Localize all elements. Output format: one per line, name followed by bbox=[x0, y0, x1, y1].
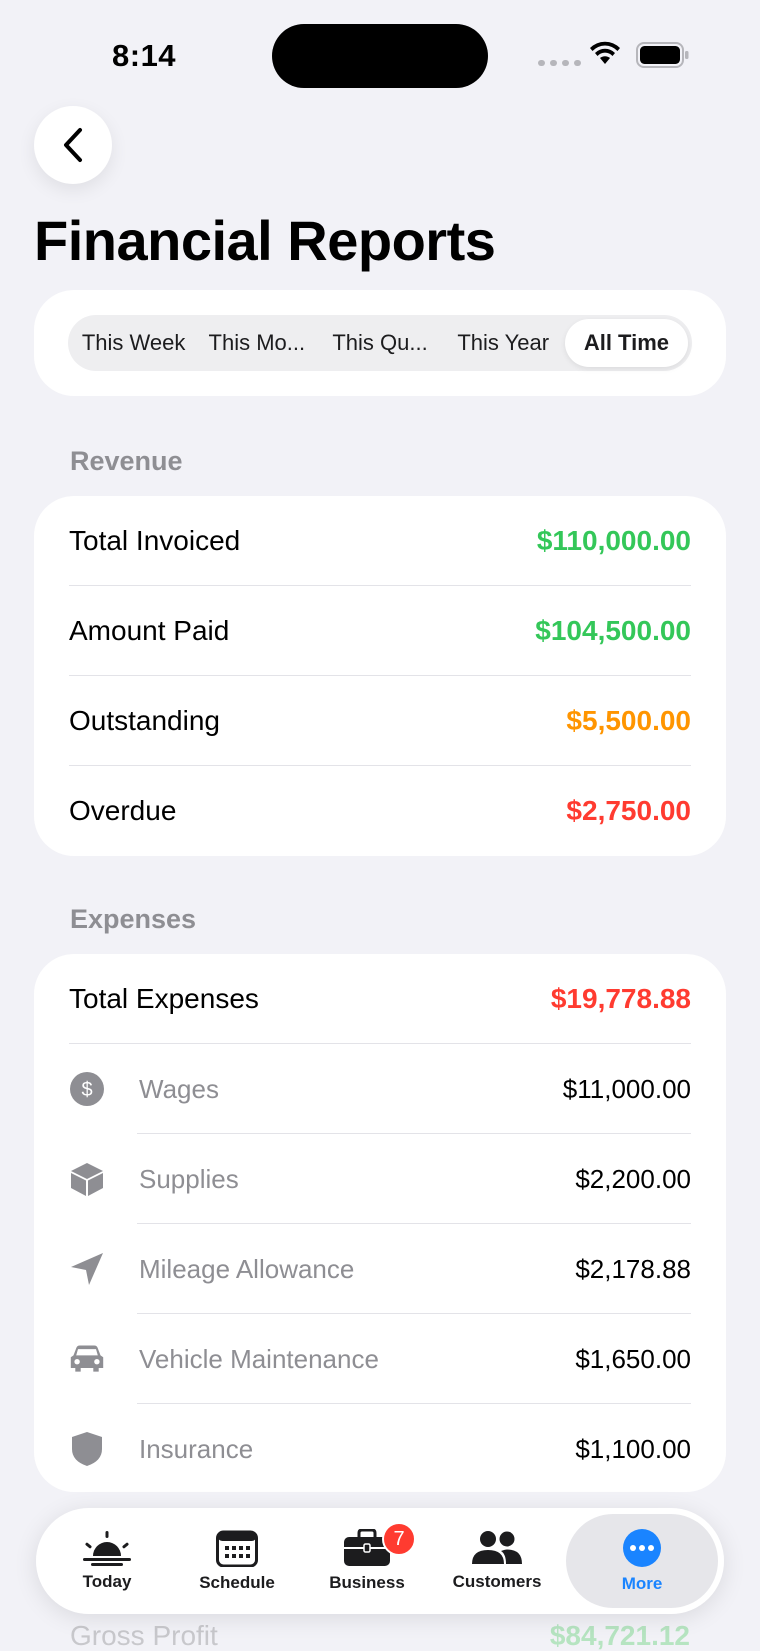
notification-badge: 7 bbox=[382, 1522, 416, 1556]
row-value: $1,650.00 bbox=[575, 1343, 691, 1374]
period-tab-this-year[interactable]: This Year bbox=[442, 319, 565, 367]
revenue-row-amount-paid: Amount Paid $104,500.00 bbox=[34, 586, 726, 676]
row-label: Vehicle Maintenance bbox=[139, 1343, 379, 1374]
expense-row-vehicle-maintenance: Vehicle Maintenance $1,650.00 bbox=[34, 1314, 726, 1404]
shield-icon bbox=[69, 1431, 105, 1467]
row-label: Total Invoiced bbox=[69, 525, 241, 556]
calendar-icon bbox=[216, 1530, 258, 1567]
tab-today[interactable]: Today bbox=[42, 1514, 172, 1608]
revenue-card: Total Invoiced $110,000.00 Amount Paid $… bbox=[34, 496, 726, 856]
row-label: Amount Paid bbox=[69, 615, 230, 646]
row-label: Wages bbox=[139, 1073, 219, 1104]
row-label: Mileage Allowance bbox=[139, 1253, 355, 1284]
tab-label: Schedule bbox=[199, 1573, 275, 1592]
period-segmented-control: This Week This Mo... This Qu... This Yea… bbox=[68, 315, 692, 371]
tab-business[interactable]: 7 Business bbox=[302, 1514, 432, 1608]
status-bar: 8:14 bbox=[0, 0, 760, 110]
row-value: $1,100.00 bbox=[575, 1433, 691, 1464]
cellular-signal-icon bbox=[538, 60, 581, 66]
revenue-section-header: Revenue bbox=[70, 446, 183, 476]
expense-row-supplies: Supplies $2,200.00 bbox=[34, 1134, 726, 1224]
expense-row-mileage: Mileage Allowance $2,178.88 bbox=[34, 1224, 726, 1314]
tab-schedule[interactable]: Schedule bbox=[172, 1514, 302, 1608]
box-icon bbox=[69, 1161, 105, 1197]
period-tab-all-time[interactable]: All Time bbox=[564, 319, 689, 367]
revenue-row-outstanding: Outstanding $5,500.00 bbox=[34, 676, 726, 766]
dynamic-island bbox=[272, 24, 488, 88]
revenue-row-overdue: Overdue $2,750.00 bbox=[34, 766, 726, 856]
tab-more[interactable]: More bbox=[566, 1514, 718, 1608]
page-title: Financial Reports bbox=[34, 209, 496, 272]
expense-row-insurance: Insurance $1,100.00 bbox=[34, 1404, 726, 1492]
svg-text:$: $ bbox=[81, 1079, 92, 1101]
row-value: $2,750.00 bbox=[566, 795, 691, 826]
battery-icon bbox=[636, 42, 689, 68]
car-icon bbox=[69, 1341, 105, 1377]
gross-profit-value: $84,721.12 bbox=[549, 1620, 690, 1651]
row-label: Supplies bbox=[139, 1163, 239, 1194]
expenses-section-header: Expenses bbox=[70, 904, 197, 934]
period-tab-this-week[interactable]: This Week bbox=[72, 319, 195, 367]
people-icon bbox=[472, 1531, 522, 1564]
row-label: Outstanding bbox=[69, 705, 220, 736]
row-value: $11,000.00 bbox=[562, 1073, 691, 1104]
tab-bar: Today Schedule 7 Business Customers More bbox=[36, 1508, 724, 1614]
tab-label: Business bbox=[329, 1573, 405, 1592]
period-tab-this-quarter[interactable]: This Qu... bbox=[318, 319, 441, 367]
wifi-icon bbox=[590, 41, 620, 64]
row-label: Insurance bbox=[139, 1433, 254, 1464]
status-time: 8:14 bbox=[112, 38, 177, 73]
row-value: $110,000.00 bbox=[536, 525, 691, 556]
gross-profit-label: Gross Profit bbox=[70, 1620, 218, 1651]
tab-label: Customers bbox=[452, 1572, 542, 1591]
row-value: $5,500.00 bbox=[566, 705, 691, 736]
tab-customers[interactable]: Customers bbox=[432, 1514, 562, 1608]
row-value: $19,778.88 bbox=[550, 983, 691, 1014]
row-value: $2,200.00 bbox=[575, 1163, 691, 1194]
tab-label: Today bbox=[82, 1572, 132, 1591]
period-tab-this-month[interactable]: This Mo... bbox=[195, 319, 318, 367]
period-selector-card: This Week This Mo... This Qu... This Yea… bbox=[34, 290, 726, 396]
ellipsis-circle-icon bbox=[623, 1529, 661, 1567]
row-label: Total Expenses bbox=[69, 983, 259, 1014]
expenses-card: Total Expenses $19,778.88 $ Wages $11,00… bbox=[34, 954, 726, 1492]
expenses-row-total: Total Expenses $19,778.88 bbox=[34, 954, 726, 1044]
row-label: Overdue bbox=[69, 795, 177, 826]
dollar-circle-icon: $ bbox=[69, 1071, 105, 1107]
chevron-left-icon bbox=[64, 128, 82, 162]
row-value: $104,500.00 bbox=[535, 615, 691, 646]
row-value: $2,178.88 bbox=[575, 1253, 691, 1284]
revenue-row-total-invoiced: Total Invoiced $110,000.00 bbox=[34, 496, 726, 586]
location-arrow-icon bbox=[69, 1251, 105, 1287]
sunrise-icon bbox=[83, 1531, 131, 1566]
tab-label: More bbox=[621, 1574, 663, 1593]
expense-row-wages: $ Wages $11,000.00 bbox=[34, 1044, 726, 1134]
back-button[interactable] bbox=[34, 106, 112, 184]
